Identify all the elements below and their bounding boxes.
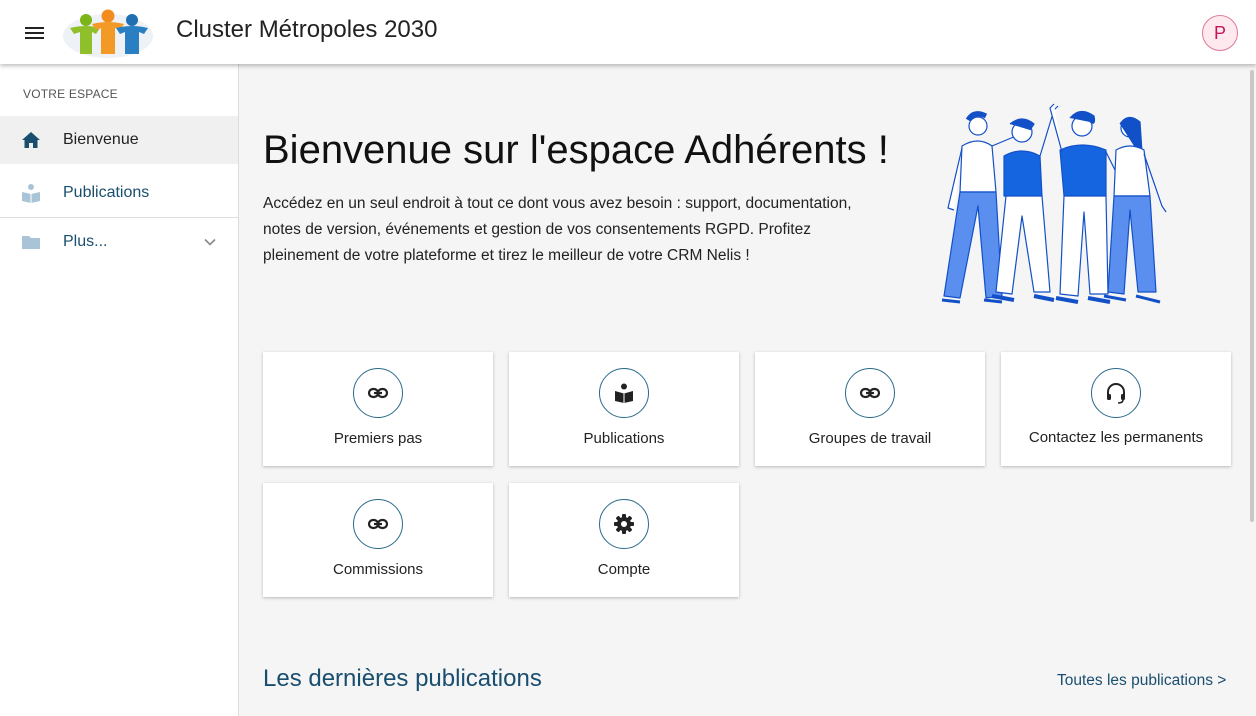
user-avatar[interactable]: P (1202, 15, 1238, 51)
all-publications-link[interactable]: Toutes les publications > (1057, 672, 1226, 690)
card-icon-circle (353, 368, 403, 418)
card-groupes-de-travail[interactable]: Groupes de travail (755, 352, 985, 466)
sidebar-item-bienvenue[interactable]: Bienvenue (0, 116, 238, 164)
sidebar-item-label: Publications (63, 184, 150, 201)
link-icon (367, 387, 389, 399)
card-icon-circle (353, 499, 403, 549)
book-reader-icon (22, 184, 40, 203)
team-high-five-illustration (941, 103, 1167, 304)
card-publications[interactable]: Publications (509, 352, 739, 466)
card-icon-circle (1091, 368, 1141, 418)
card-contactez-les-permanents[interactable]: Contactez les permanents (1001, 352, 1231, 466)
link-icon (859, 387, 881, 399)
card-icon-circle (599, 499, 649, 549)
page-scrollbar[interactable] (1250, 70, 1254, 522)
card-icon-circle (599, 368, 649, 418)
welcome-description: Accédez en un seul endroit à tout ce don… (263, 195, 852, 264)
card-premiers-pas[interactable]: Premiers pas (263, 352, 493, 466)
page-title: Bienvenue sur l'espace Adhérents ! (263, 128, 889, 172)
sidebar-item-plus[interactable]: Plus... (0, 218, 238, 266)
gear-icon (614, 514, 634, 534)
home-icon (22, 132, 40, 148)
card-label: Premiers pas (333, 430, 423, 447)
sidebar-item-publications[interactable]: Publications (0, 169, 238, 217)
top-app-bar: Cluster Métropoles 2030 P (0, 0, 1256, 64)
sidebar: VOTRE ESPACE Bienvenue Publications Plus… (0, 64, 239, 716)
card-label: Commissions (332, 561, 423, 578)
card-compte[interactable]: Compte (509, 483, 739, 597)
card-label: Compte (597, 561, 651, 578)
sidebar-section-label: VOTRE ESPACE (23, 87, 118, 101)
card-commissions[interactable]: Commissions (263, 483, 493, 597)
card-label: Contactez les permanents (1028, 429, 1204, 446)
latest-publications-title: Les dernières publications (263, 665, 542, 692)
hamburger-menu-icon[interactable] (22, 20, 48, 44)
sidebar-item-label: Bienvenue (63, 131, 139, 148)
folder-icon (22, 236, 40, 249)
card-icon-circle (845, 368, 895, 418)
card-label: Groupes de travail (808, 430, 932, 447)
link-icon (367, 518, 389, 530)
headset-icon (1107, 383, 1125, 404)
app-title: Cluster Métropoles 2030 (176, 16, 438, 43)
chevron-down-icon (204, 238, 216, 246)
book-reader-icon (615, 383, 633, 403)
cluster-logo[interactable] (62, 6, 154, 58)
sidebar-item-label: Plus... (63, 233, 108, 250)
card-label: Publications (583, 430, 665, 447)
